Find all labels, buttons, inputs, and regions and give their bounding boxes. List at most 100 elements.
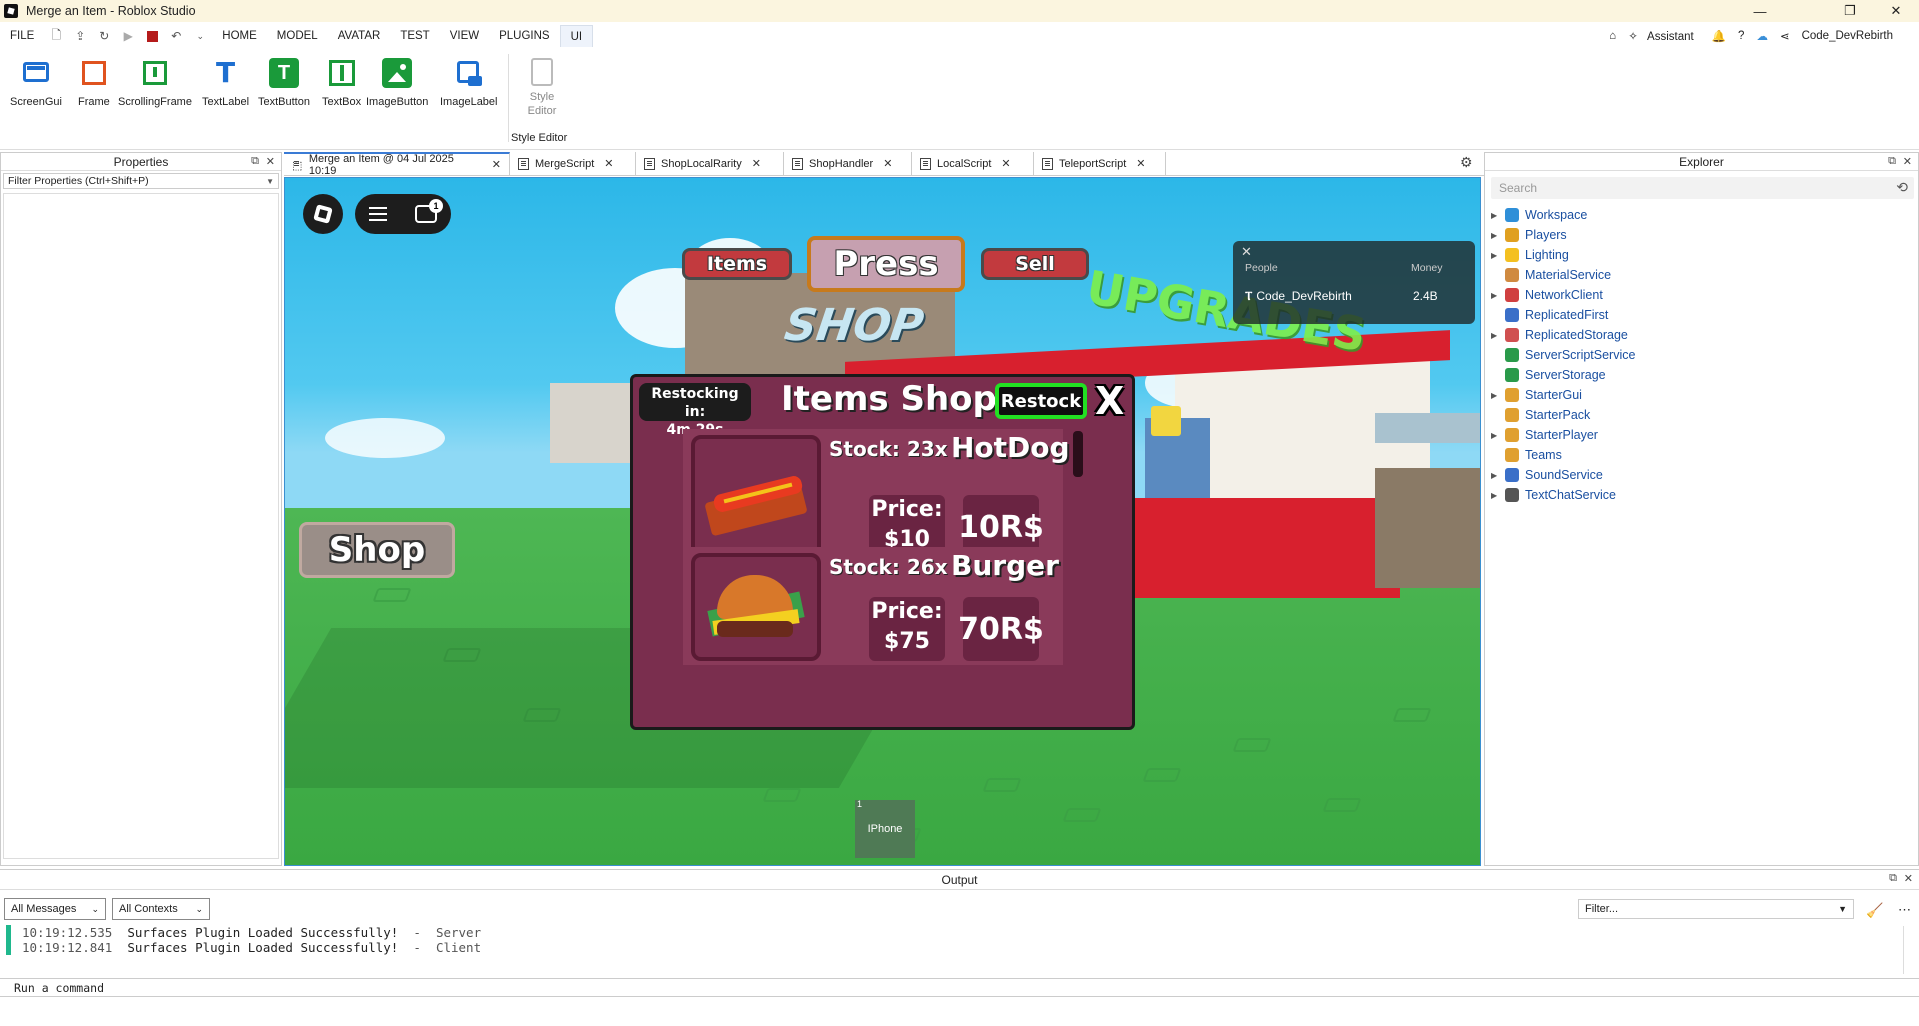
menu-home[interactable]: HOME (212, 25, 267, 47)
close-tab-icon[interactable]: ✕ (1136, 157, 1145, 170)
expand-arrow-icon[interactable]: ▶ (1491, 471, 1501, 480)
close-tab-icon[interactable]: ✕ (1001, 157, 1010, 170)
undock-icon[interactable]: ⧉ (1888, 155, 1896, 168)
close-tab-icon[interactable]: ✕ (604, 157, 613, 170)
explorer-item-replicatedfirst[interactable]: ReplicatedFirst (1485, 305, 1918, 325)
explorer-item-teams[interactable]: Teams (1485, 445, 1918, 465)
explorer-item-players[interactable]: ▶ Players (1485, 225, 1918, 245)
close-panel-icon[interactable]: ✕ (1903, 155, 1912, 168)
undo-icon[interactable]: ↶ (169, 29, 183, 43)
filter-properties-input[interactable]: Filter Properties (Ctrl+Shift+P) ▼ (3, 173, 279, 189)
more-options-icon[interactable]: ⋯ (1898, 902, 1911, 918)
tab-shoplocalrarity[interactable]: ShopLocalRarity ✕ (636, 152, 784, 175)
close-panel-icon[interactable]: ✕ (1904, 872, 1913, 885)
explorer-item-textchatservice[interactable]: ▶ TextChatService (1485, 485, 1918, 505)
tab-teleportscript[interactable]: TeleportScript ✕ (1034, 152, 1166, 175)
game-viewport[interactable]: SHOP UPGRADES 1 Items Press Sell Shop ✕ … (284, 177, 1481, 866)
viewport-settings-gear-icon[interactable]: ⚙ (1460, 154, 1473, 171)
sell-button[interactable]: Sell (981, 248, 1089, 280)
home-icon[interactable]: ⌂ (1609, 30, 1616, 42)
tab-mergescript[interactable]: MergeScript ✕ (510, 152, 636, 175)
explorer-item-startergui[interactable]: ▶ StarterGui (1485, 385, 1918, 405)
new-file-icon[interactable]: 🗋 (49, 28, 63, 43)
menu-ui[interactable]: UI (559, 25, 594, 47)
explorer-item-networkclient[interactable]: ▶ NetworkClient (1485, 285, 1918, 305)
expand-arrow-icon[interactable]: ▶ (1491, 251, 1501, 260)
close-tab-icon[interactable]: ✕ (883, 157, 892, 170)
tool-textbutton[interactable]: T TextButton (258, 58, 310, 108)
menu-test[interactable]: TEST (390, 25, 439, 47)
tab-game[interactable]: ⬚ Merge an Item @ 04 Jul 2025 10:19 ✕ (284, 152, 510, 177)
tab-shophandler[interactable]: ShopHandler ✕ (784, 152, 912, 175)
explorer-item-lighting[interactable]: ▶ Lighting (1485, 245, 1918, 265)
help-icon[interactable]: ? (1738, 30, 1744, 42)
menu-avatar[interactable]: AVATAR (328, 25, 391, 47)
clear-output-broom-icon[interactable]: 🧹 (1866, 902, 1883, 919)
expand-arrow-icon[interactable]: ▶ (1491, 491, 1501, 500)
tool-textlabel[interactable]: T TextLabel (202, 58, 249, 109)
explorer-item-starterpack[interactable]: StarterPack (1485, 405, 1918, 425)
buy-with-cash-button[interactable]: Price: $75 (869, 597, 945, 661)
command-bar-input[interactable]: Run a command (0, 978, 1919, 997)
menu-model[interactable]: MODEL (267, 25, 328, 47)
shop-open-button[interactable]: Shop (299, 522, 455, 578)
message-filter-select[interactable]: All Messages ⌄ (4, 898, 106, 920)
explorer-item-starterplayer[interactable]: ▶ StarterPlayer (1485, 425, 1918, 445)
close-window-button[interactable]: ✕ (1873, 0, 1919, 22)
share-icon[interactable]: ⋖ (1780, 29, 1790, 43)
redo-icon[interactable]: ↻ (97, 29, 111, 43)
output-scrollbar[interactable] (1903, 926, 1915, 974)
tool-frame[interactable]: Frame (78, 58, 110, 108)
minimize-button[interactable]: — (1737, 0, 1783, 22)
close-tab-icon[interactable]: ✕ (492, 158, 501, 171)
play-icon[interactable]: ▶ (121, 29, 135, 43)
tool-textbox[interactable]: TextBox (322, 58, 361, 108)
maximize-button[interactable]: ❐ (1827, 0, 1873, 22)
items-button[interactable]: Items (682, 248, 792, 280)
expand-arrow-icon[interactable]: ▶ (1491, 231, 1501, 240)
explorer-search-input[interactable]: Search ⟲ ⋯ (1491, 177, 1914, 199)
username-label[interactable]: Code_DevRebirth (1802, 30, 1893, 42)
expand-arrow-icon[interactable]: ▶ (1491, 291, 1501, 300)
tab-localscript[interactable]: LocalScript ✕ (912, 152, 1034, 175)
history-icon[interactable]: ⟲ (1896, 179, 1908, 196)
shop-scrollbar[interactable] (1073, 431, 1083, 477)
expand-arrow-icon[interactable]: ▶ (1491, 211, 1501, 220)
output-filter-input[interactable]: Filter... ▼ (1578, 899, 1854, 919)
hotbar-slot-iphone[interactable]: 1 IPhone (855, 799, 915, 858)
chat-icon[interactable]: 1 (415, 199, 443, 223)
notifications-icon[interactable]: 🔔 (1712, 29, 1726, 43)
close-leaderboard-icon[interactable]: ✕ (1241, 244, 1252, 260)
roblox-menu-button[interactable] (303, 194, 343, 234)
tool-imagelabel[interactable]: ImageLabel (440, 58, 498, 108)
restock-button[interactable]: Restock (995, 383, 1087, 419)
explorer-item-soundservice[interactable]: ▶ SoundService (1485, 465, 1918, 485)
close-shop-button[interactable]: X (1095, 379, 1124, 423)
tool-scrollingframe[interactable]: ScrollingFrame (118, 58, 192, 108)
undock-icon[interactable]: ⧉ (1889, 872, 1897, 885)
publish-icon[interactable]: ⇪ (73, 29, 87, 43)
cloud-icon[interactable]: ☁ (1756, 29, 1768, 43)
expand-arrow-icon[interactable]: ▶ (1491, 331, 1501, 340)
tool-screengui[interactable]: ScreenGui (10, 58, 62, 108)
leaderboard-player-row[interactable]: Ⲧ Code_DevRebirth (1245, 289, 1352, 304)
menu-view[interactable]: VIEW (440, 25, 489, 47)
expand-arrow-icon[interactable]: ▶ (1491, 431, 1501, 440)
context-filter-select[interactable]: All Contexts ⌄ (112, 898, 210, 920)
menu-plugins[interactable]: PLUGINS (489, 25, 560, 47)
explorer-item-serverstorage[interactable]: ServerStorage (1485, 365, 1918, 385)
tool-imagebutton[interactable]: ImageButton (366, 58, 428, 108)
expand-arrow-icon[interactable]: ▶ (1491, 391, 1501, 400)
assistant-button[interactable]: ✧ Assistant (1628, 29, 1700, 43)
explorer-item-replicatedstorage[interactable]: ▶ ReplicatedStorage (1485, 325, 1918, 345)
explorer-item-serverscriptservice[interactable]: ServerScriptService (1485, 345, 1918, 365)
hamburger-menu-icon[interactable] (369, 213, 387, 215)
stop-icon[interactable] (145, 29, 159, 43)
close-tab-icon[interactable]: ✕ (752, 157, 761, 170)
shop-item-burger[interactable]: Stock: 26x Burger Price: $75 70R$ (683, 547, 1063, 665)
buy-with-robux-button[interactable]: 70R$ (958, 597, 1044, 661)
tool-style-editor[interactable]: Style Editor (528, 58, 556, 118)
close-panel-icon[interactable]: ✕ (266, 155, 275, 168)
undock-icon[interactable]: ⧉ (251, 155, 259, 168)
quick-access-menu-icon[interactable]: ⌄ (193, 29, 207, 43)
